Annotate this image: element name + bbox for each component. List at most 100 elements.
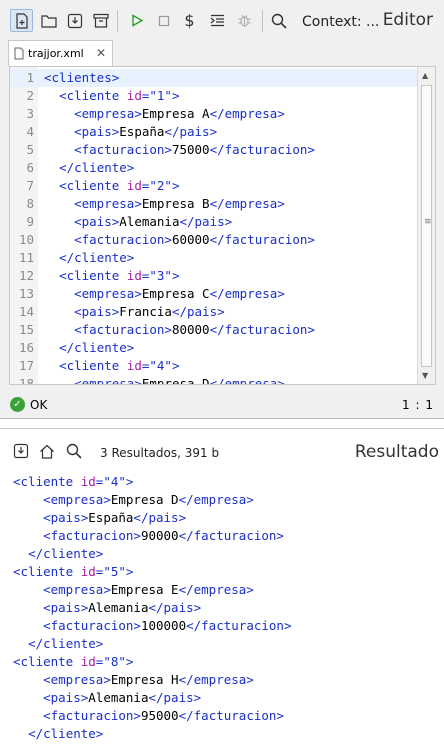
line-number: 1 <box>26 70 34 85</box>
code-text: <cliente id="2"> <box>44 177 179 195</box>
xml-attribute: id <box>126 358 142 373</box>
search-icon <box>271 13 287 29</box>
scroll-down-icon[interactable]: ▼ <box>422 371 428 380</box>
line-number: 12 <box>18 268 34 283</box>
xml-close-tag: </facturacion> <box>209 322 315 337</box>
code-text: <pais>Alemania</pais> <box>44 213 232 231</box>
xml-tag: <cliente <box>59 88 127 103</box>
indent-icon <box>210 14 225 27</box>
line-number: 5 <box>26 142 34 157</box>
line-number: 7 <box>26 178 34 193</box>
code-line: <empresa>Empresa D</empresa> <box>13 491 254 509</box>
dollar-button[interactable]: $ <box>178 9 201 32</box>
line-number: 18 <box>18 376 34 385</box>
xml-attribute-value: ="3"> <box>141 268 180 283</box>
editor-panel-title: Editor <box>382 10 433 30</box>
code-line: 1 <clientes> <box>10 69 417 87</box>
code-line: 16 </cliente> <box>10 339 417 357</box>
tab-file[interactable]: trajjor.xml ✕ <box>8 40 113 66</box>
run-button[interactable] <box>125 9 148 32</box>
export-button[interactable] <box>11 441 31 461</box>
close-icon[interactable]: ✕ <box>96 46 106 60</box>
archive-button[interactable] <box>89 9 112 32</box>
xml-close-tag: </facturacion> <box>209 232 315 247</box>
xml-close-tag: </pais> <box>148 690 202 705</box>
open-folder-button[interactable] <box>38 9 61 32</box>
toolbar-divider <box>262 10 263 32</box>
code-text: <facturacion>90000</facturacion> <box>13 528 284 543</box>
xml-text: España <box>88 510 134 525</box>
home-button[interactable] <box>37 441 57 461</box>
xml-text: 80000 <box>171 322 210 337</box>
code-line: 2 <cliente id="1"> <box>10 87 417 105</box>
code-line: <facturacion>95000</facturacion> <box>13 707 284 725</box>
code-line: 8 <empresa>Empresa B</empresa> <box>10 195 417 213</box>
code-line: 6 </cliente> <box>10 159 417 177</box>
indent-button[interactable] <box>206 9 229 32</box>
code-text: <empresa>Empresa E</empresa> <box>13 582 254 597</box>
code-line: 12 <cliente id="3"> <box>10 267 417 285</box>
xml-tag: <pais> <box>43 510 89 525</box>
xml-text: Empresa D <box>141 376 210 385</box>
context-label[interactable]: Context: ... <box>302 14 379 30</box>
xml-attribute: id <box>126 178 142 193</box>
xml-close-tag: </facturacion> <box>178 528 284 543</box>
new-file-button[interactable] <box>10 9 33 32</box>
xml-close-tag: </empresa> <box>178 672 254 687</box>
stop-button[interactable] <box>152 9 175 32</box>
scroll-up-icon[interactable]: ▲ <box>422 71 428 80</box>
xml-tag: <facturacion> <box>43 528 141 543</box>
code-text: <clientes> <box>44 69 119 87</box>
xml-text: 60000 <box>171 232 210 247</box>
code-text: <pais>España</pais> <box>44 123 217 141</box>
code-line: 3 <empresa>Empresa A</empresa> <box>10 105 417 123</box>
scrollbar-thumb[interactable]: ≡ <box>421 85 432 367</box>
code-text: <cliente id="8"> <box>13 654 133 669</box>
xml-tag: <pais> <box>74 214 120 229</box>
xml-tag: <empresa> <box>43 582 111 597</box>
line-number: 3 <box>26 106 34 121</box>
code-editor[interactable]: ▲ ≡ ▼ 1 <clientes> 2 <cliente id="1"> 3 <em… <box>9 66 436 385</box>
vertical-scrollbar[interactable]: ▲ ≡ ▼ <box>417 67 435 384</box>
xml-tag: </cliente> <box>59 250 135 265</box>
search-button[interactable] <box>267 9 290 32</box>
xml-text: Empresa B <box>141 196 210 211</box>
code-line: </cliente> <box>13 545 103 563</box>
xml-tag: <facturacion> <box>74 322 172 337</box>
xml-close-tag: </facturacion> <box>209 142 315 157</box>
result-search-button[interactable] <box>64 441 84 461</box>
xml-tag: <clientes> <box>44 70 120 85</box>
xml-attribute-value: ="8"> <box>95 654 134 669</box>
xml-tag: <empresa> <box>74 286 142 301</box>
xml-text: Empresa H <box>110 672 179 687</box>
code-line: 9 <pais>Alemania</pais> <box>10 213 417 231</box>
xml-tag: </cliente> <box>28 726 104 741</box>
code-text: <pais>Alemania</pais> <box>13 690 201 705</box>
code-text: <cliente id="5"> <box>13 564 133 579</box>
xml-text: Francia <box>119 304 172 319</box>
xml-text: Alemania <box>119 214 180 229</box>
save-button[interactable] <box>63 9 86 32</box>
result-output[interactable]: <cliente id="4"> <empresa>Empresa D</emp… <box>13 473 438 745</box>
debug-button[interactable] <box>233 9 256 32</box>
code-text: <facturacion>75000</facturacion> <box>44 141 315 159</box>
xml-tag: <cliente <box>13 654 81 669</box>
xml-text: Empresa C <box>141 286 210 301</box>
line-number: 6 <box>26 160 34 175</box>
xml-tag: </cliente> <box>59 160 135 175</box>
code-line: <cliente id="4"> <box>13 473 133 491</box>
code-text: <empresa>Empresa D</empresa> <box>13 492 254 507</box>
code-text: <facturacion>60000</facturacion> <box>44 231 315 249</box>
line-number: 17 <box>18 358 34 373</box>
line-number: 8 <box>26 196 34 211</box>
dollar-icon: $ <box>184 11 195 30</box>
xml-tag: <facturacion> <box>74 142 172 157</box>
xml-tag: <cliente <box>13 564 81 579</box>
